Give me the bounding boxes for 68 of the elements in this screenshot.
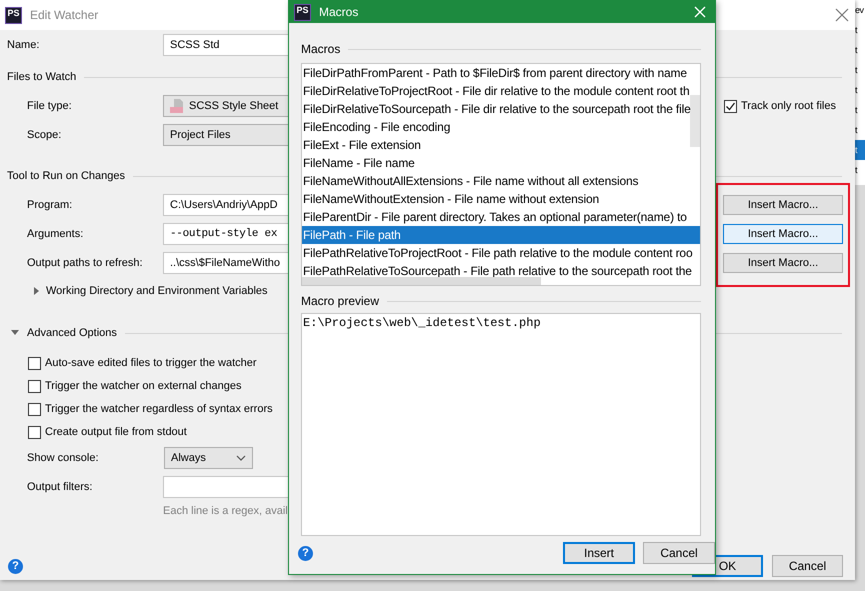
list-item[interactable]: FileName - File name	[302, 154, 700, 172]
list-item[interactable]: t	[855, 80, 865, 100]
list-item[interactable]: FilePath - File path	[302, 226, 700, 244]
list-item[interactable]: FileEncoding - File encoding	[302, 118, 700, 136]
help-icon[interactable]: ?	[8, 558, 23, 574]
section-title: Macro preview	[301, 294, 380, 308]
file-icon	[170, 99, 184, 113]
macro-list[interactable]	[301, 63, 701, 286]
checkbox-label: Auto-save edited files to trigger the watcher	[45, 357, 257, 369]
field-label: Output paths to refresh:	[26, 257, 144, 269]
checkbox[interactable]	[28, 426, 41, 438]
scrollbar-thumb[interactable]	[302, 277, 541, 285]
checkbox-label: Trigger the watcher regardless of syntax errors	[45, 403, 273, 415]
list-item[interactable]: FileNameWithoutExtension - File name without extension	[302, 190, 700, 208]
dropdown[interactable]: Always	[164, 447, 253, 469]
insert-macro-button[interactable]: Insert Macro...	[723, 224, 843, 244]
cancel-button[interactable]: Cancel	[643, 542, 715, 564]
list-item[interactable]: t	[855, 140, 865, 160]
hint-text: Each line is a regex, avail	[163, 505, 288, 517]
field-label: Show console:	[26, 452, 100, 464]
list-item[interactable]: t	[855, 60, 865, 80]
field-label: Name:	[7, 39, 40, 51]
collapse-triangle-icon[interactable]	[11, 329, 19, 337]
window-title: Edit Watcher	[30, 8, 98, 22]
list-item[interactable]: ev	[855, 0, 865, 20]
close-icon[interactable]	[835, 8, 849, 22]
list-item[interactable]: FileDirRelativeToSourcepath - File dir relative to the sourcepath root the file	[302, 100, 700, 118]
section-title: Files to Watch	[7, 71, 76, 83]
field-label: File type:	[26, 100, 73, 112]
checkbox-label: Create output file from stdout	[45, 426, 187, 438]
insert-macro-button[interactable]: Insert Macro...	[723, 195, 843, 215]
preview-text: E:\Projects\web\_idetest\test.php	[303, 316, 541, 330]
field-label: Output filters:	[26, 481, 94, 493]
field-label: Scope:	[26, 129, 62, 141]
section-label: Working Directory and Environment Variables	[46, 285, 268, 297]
list-item[interactable]: FileDirRelativeToProjectRoot - File dir relative to the module content root th	[302, 82, 700, 100]
checkbox-label: Trigger the watcher on external changes	[45, 380, 242, 392]
window-title: Macros	[319, 5, 358, 19]
checkbox-label: Track only root files	[741, 100, 836, 112]
insert-macro-button[interactable]: Insert Macro...	[723, 253, 843, 273]
scrollbar-thumb[interactable]	[690, 95, 700, 147]
list-item[interactable]: FileNameWithoutAllExtensions - File name without all extensions	[302, 172, 700, 190]
list-item[interactable]: t	[855, 40, 865, 60]
section-title: Macros	[301, 42, 340, 56]
list-item[interactable]: t	[855, 20, 865, 40]
help-icon[interactable]: ?	[298, 546, 313, 560]
insert-button[interactable]: Insert	[563, 542, 635, 564]
field-label: Arguments:	[26, 228, 84, 240]
checkbox[interactable]	[28, 380, 41, 392]
list-item[interactable]: t	[855, 120, 865, 140]
chevron-down-icon	[236, 455, 246, 461]
checkbox[interactable]	[724, 100, 737, 112]
field-label: Program:	[26, 199, 74, 211]
checkbox[interactable]	[28, 356, 41, 370]
app-logo: PS	[294, 4, 311, 20]
app-logo: PS	[5, 6, 22, 24]
list-item[interactable]: t	[855, 160, 865, 180]
expand-triangle-icon[interactable]	[33, 287, 41, 295]
list-item[interactable]: FileParentDir - File parent directory. Takes an optional parameter(name) to	[302, 208, 700, 226]
list-item[interactable]: FilePathRelativeToSourcepath - File path relative to the sourcepath root the	[302, 262, 700, 280]
list-item[interactable]: FilePathRelativeToProjectRoot - File path relative to the module content roo	[302, 244, 700, 262]
list-item[interactable]: t	[855, 100, 865, 120]
cancel-button[interactable]: Cancel	[772, 555, 843, 577]
list-item[interactable]: FileDirPathFromParent - Path to $FileDir$ from parent directory with name	[302, 64, 700, 82]
checkbox[interactable]	[28, 402, 41, 416]
list-item[interactable]: FileExt - File extension	[302, 136, 700, 154]
section-title: Advanced Options	[27, 327, 117, 339]
section-title: Tool to Run on Changes	[7, 170, 126, 182]
